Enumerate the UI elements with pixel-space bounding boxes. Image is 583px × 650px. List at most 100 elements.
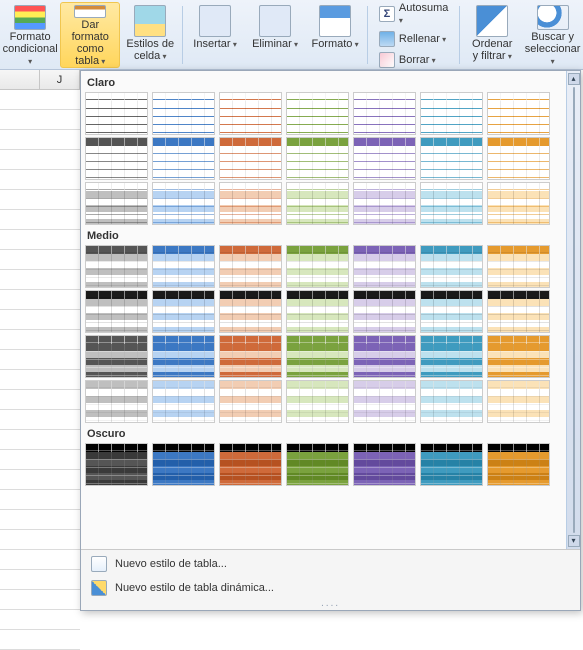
table-style-swatch[interactable] — [219, 443, 282, 486]
table-style-swatch[interactable] — [487, 245, 550, 288]
table-style-swatch[interactable] — [353, 290, 416, 333]
table-style-swatch[interactable] — [353, 137, 416, 180]
table-style-swatch[interactable] — [353, 380, 416, 423]
cell-row[interactable] — [0, 170, 80, 190]
table-style-swatch[interactable] — [353, 245, 416, 288]
cell-row[interactable] — [0, 150, 80, 170]
table-style-swatch[interactable] — [85, 182, 148, 225]
table-style-swatch[interactable] — [286, 245, 349, 288]
fill-button[interactable]: Rellenar — [374, 29, 454, 49]
cell-row[interactable] — [0, 430, 80, 450]
cell-row[interactable] — [0, 450, 80, 470]
table-style-swatch[interactable] — [286, 182, 349, 225]
table-style-swatch[interactable] — [152, 245, 215, 288]
cell-row[interactable] — [0, 230, 80, 250]
table-style-swatch[interactable] — [487, 137, 550, 180]
cell-row[interactable] — [0, 330, 80, 350]
table-style-swatch[interactable] — [420, 137, 483, 180]
table-style-swatch[interactable] — [420, 182, 483, 225]
table-style-swatch[interactable] — [219, 92, 282, 135]
cell-row[interactable] — [0, 210, 80, 230]
table-style-swatch[interactable] — [487, 182, 550, 225]
insert-button[interactable]: Insertar — [185, 2, 245, 68]
cell-styles-button[interactable]: Estilos de celda — [120, 2, 180, 68]
cell-row[interactable] — [0, 370, 80, 390]
scroll-down-button[interactable]: ▾ — [568, 535, 580, 547]
cell-row[interactable] — [0, 410, 80, 430]
find-select-button[interactable]: Buscar y seleccionar — [522, 2, 583, 68]
gallery-scrollbar[interactable]: ▴ ▾ — [566, 71, 580, 549]
table-style-swatch[interactable] — [152, 380, 215, 423]
table-style-swatch[interactable] — [85, 380, 148, 423]
cell-row[interactable] — [0, 130, 80, 150]
cell-row[interactable] — [0, 90, 80, 110]
autosum-button[interactable]: Σ Autosuma — [374, 0, 454, 28]
cell-row[interactable] — [0, 490, 80, 510]
table-style-swatch[interactable] — [487, 335, 550, 378]
conditional-formatting-button[interactable]: Formato condicional — [0, 2, 60, 68]
format-as-table-button[interactable]: Dar formato como tabla — [60, 2, 120, 68]
cell-row[interactable] — [0, 510, 80, 530]
table-style-swatch[interactable] — [353, 92, 416, 135]
table-style-swatch[interactable] — [219, 182, 282, 225]
cell-row[interactable] — [0, 470, 80, 490]
column-header[interactable] — [0, 70, 40, 89]
table-style-swatch[interactable] — [353, 443, 416, 486]
table-style-swatch[interactable] — [353, 335, 416, 378]
cell-row[interactable] — [0, 110, 80, 130]
clear-button[interactable]: Borrar — [374, 50, 454, 70]
scroll-thumb[interactable] — [573, 87, 575, 533]
cell-row[interactable] — [0, 610, 80, 630]
scroll-up-button[interactable]: ▴ — [568, 73, 580, 85]
table-style-swatch[interactable] — [420, 443, 483, 486]
table-style-swatch[interactable] — [420, 245, 483, 288]
table-style-swatch[interactable] — [85, 443, 148, 486]
cell-row[interactable] — [0, 190, 80, 210]
table-style-swatch[interactable] — [286, 335, 349, 378]
table-style-swatch[interactable] — [286, 380, 349, 423]
cell-row[interactable] — [0, 570, 80, 590]
table-style-swatch[interactable] — [487, 92, 550, 135]
table-style-swatch[interactable] — [353, 182, 416, 225]
delete-button[interactable]: Eliminar — [245, 2, 305, 68]
table-style-swatch[interactable] — [152, 443, 215, 486]
cell-row[interactable] — [0, 350, 80, 370]
table-style-swatch[interactable] — [286, 443, 349, 486]
table-style-swatch[interactable] — [152, 182, 215, 225]
cell-row[interactable] — [0, 290, 80, 310]
table-style-swatch[interactable] — [286, 92, 349, 135]
table-style-swatch[interactable] — [487, 380, 550, 423]
table-style-swatch[interactable] — [219, 380, 282, 423]
table-style-swatch[interactable] — [152, 335, 215, 378]
cell-row[interactable] — [0, 590, 80, 610]
table-style-swatch[interactable] — [219, 245, 282, 288]
table-style-swatch[interactable] — [85, 137, 148, 180]
new-table-style-item[interactable]: Nuevo estilo de tabla... — [81, 552, 580, 576]
table-style-swatch[interactable] — [85, 245, 148, 288]
table-style-swatch[interactable] — [420, 92, 483, 135]
table-style-swatch[interactable] — [85, 290, 148, 333]
cell-row[interactable] — [0, 310, 80, 330]
table-style-swatch[interactable] — [286, 290, 349, 333]
cell-row[interactable] — [0, 390, 80, 410]
table-style-swatch[interactable] — [420, 380, 483, 423]
cell-row[interactable] — [0, 550, 80, 570]
cell-row[interactable] — [0, 530, 80, 550]
cell-row[interactable] — [0, 270, 80, 290]
table-style-swatch[interactable] — [219, 137, 282, 180]
table-style-swatch[interactable] — [219, 290, 282, 333]
new-pivot-style-item[interactable]: Nuevo estilo de tabla dinámica... — [81, 576, 580, 600]
cell-row[interactable] — [0, 630, 80, 650]
format-button[interactable]: Formato — [305, 2, 365, 68]
resize-grip[interactable]: ∙∙∙∙ — [81, 600, 580, 608]
table-style-swatch[interactable] — [219, 335, 282, 378]
table-style-swatch[interactable] — [420, 290, 483, 333]
table-style-swatch[interactable] — [85, 335, 148, 378]
cell-row[interactable] — [0, 250, 80, 270]
table-style-swatch[interactable] — [420, 335, 483, 378]
table-style-swatch[interactable] — [85, 92, 148, 135]
table-style-swatch[interactable] — [152, 290, 215, 333]
worksheet-grid[interactable]: J — [0, 70, 80, 613]
table-style-swatch[interactable] — [487, 290, 550, 333]
table-style-swatch[interactable] — [286, 137, 349, 180]
